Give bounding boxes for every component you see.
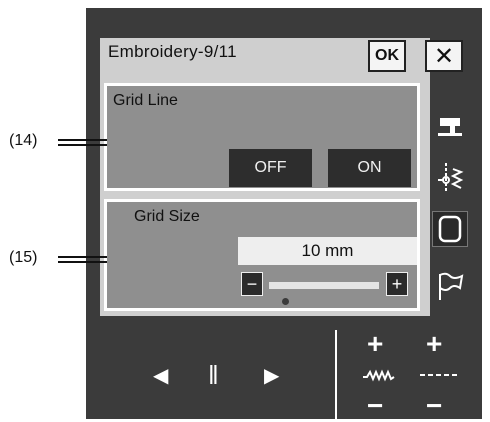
grid-size-row: Grid Size 10 mm − + xyxy=(104,199,420,311)
stitch-width-minus-button[interactable]: − xyxy=(367,390,383,422)
grid-size-slider-indicator xyxy=(282,298,289,305)
page-title: Embroidery-9/11 xyxy=(108,42,237,61)
grid-size-slider-track[interactable] xyxy=(269,282,379,289)
previous-button[interactable]: ◀ xyxy=(153,363,168,388)
stitch-width-plus-button[interactable]: + xyxy=(367,328,383,360)
straight-stitch-icon xyxy=(418,368,462,386)
grid-size-decrease-button[interactable]: − xyxy=(241,272,263,296)
grid-line-row: Grid Line OFF ON xyxy=(104,83,420,191)
zigzag-icon xyxy=(361,368,397,387)
pause-button[interactable]: ‖ xyxy=(208,360,219,391)
callout-15: (15) xyxy=(9,249,38,266)
grid-line-label: Grid Line xyxy=(113,92,178,109)
callout-15-leader xyxy=(58,256,107,263)
sewing-machine-icon[interactable] xyxy=(432,108,468,144)
ok-button[interactable]: OK xyxy=(368,40,406,72)
screen-frame-icon[interactable] xyxy=(432,211,468,247)
embroidery-stitch-icon[interactable] xyxy=(432,160,468,196)
grid-size-label: Grid Size xyxy=(134,208,200,225)
grid-size-increase-button[interactable]: + xyxy=(386,272,408,296)
grid-line-off-button[interactable]: OFF xyxy=(229,149,312,187)
callout-14-leader xyxy=(58,139,107,146)
grid-size-value: 10 mm xyxy=(238,237,417,265)
stitch-length-plus-button[interactable]: + xyxy=(426,328,442,360)
divider xyxy=(335,330,337,419)
flag-icon[interactable] xyxy=(432,268,468,304)
stitch-length-minus-button[interactable]: − xyxy=(426,390,442,422)
next-button[interactable]: ▶ xyxy=(264,363,279,388)
callout-14: (14) xyxy=(9,132,38,149)
grid-line-on-button[interactable]: ON xyxy=(328,149,411,187)
close-button[interactable]: ✕ xyxy=(425,40,463,72)
